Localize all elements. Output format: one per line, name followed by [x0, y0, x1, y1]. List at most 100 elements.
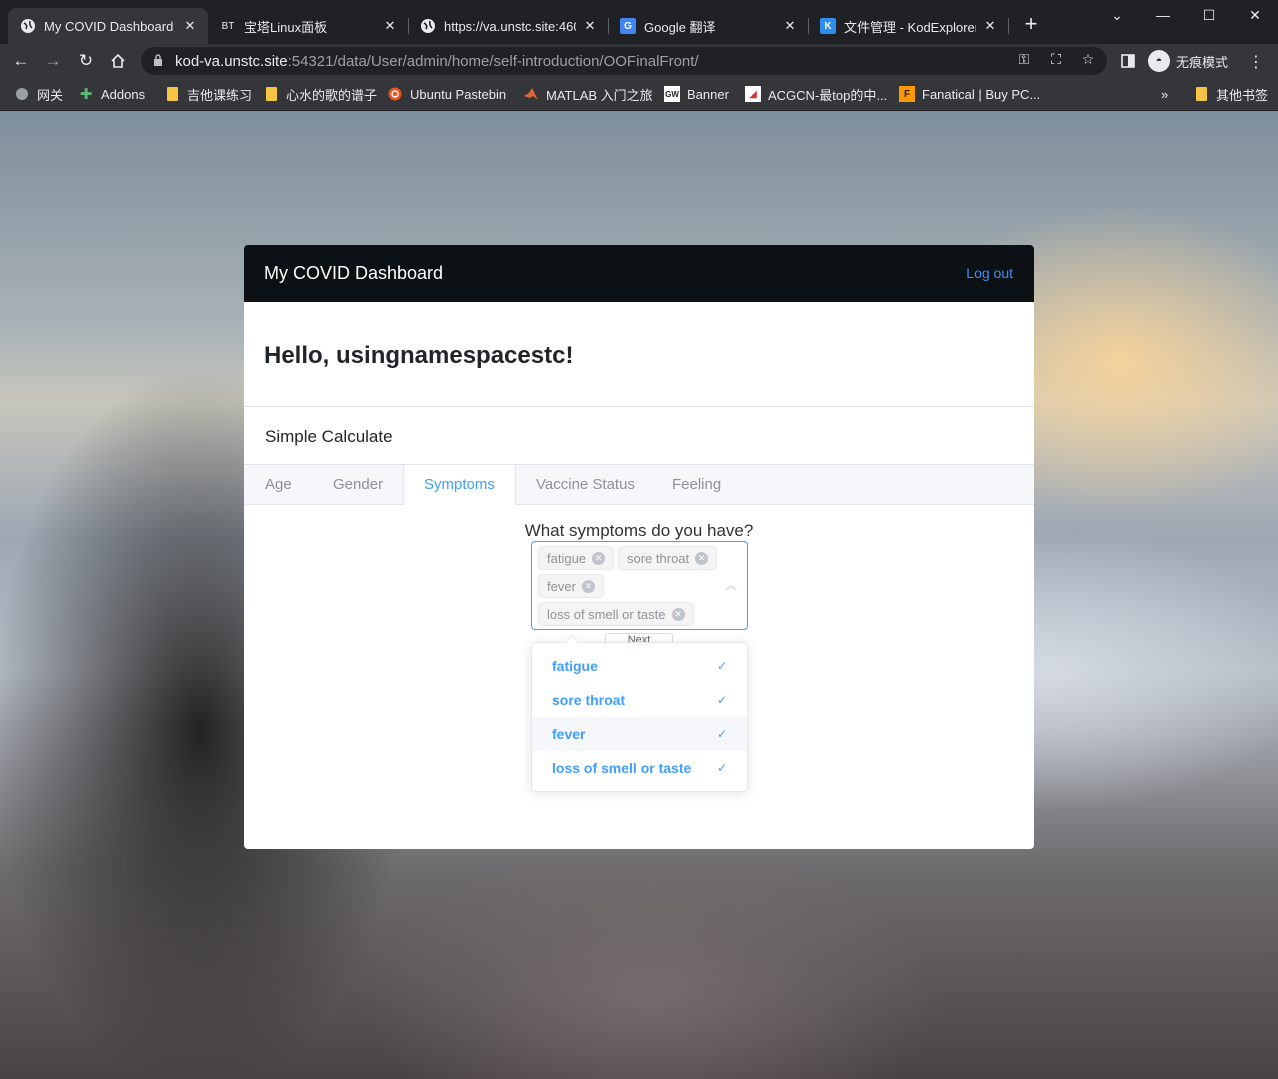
bookmark-item[interactable]: ✚ Addons — [78, 85, 145, 103]
check-icon: ✓ — [716, 727, 727, 741]
option-label: loss of smell or taste — [552, 760, 692, 776]
dropdown-arrow — [564, 634, 580, 650]
option-label: fatigue — [552, 658, 598, 674]
tag-label: fever — [547, 578, 576, 594]
globe-icon — [20, 18, 36, 34]
tab-title: Google 翻译 — [644, 19, 716, 35]
incognito-indicator[interactable]: ◓ 无痕模式 — [1148, 49, 1228, 73]
more-menu-icon[interactable]: ⋮ — [1248, 52, 1264, 72]
side-panel-icon[interactable] — [1115, 48, 1141, 74]
browser-tab[interactable]: https://va.unstc.site:460 ✕ — [408, 8, 608, 44]
browser-toolbar: ← → ↻ kod-va.unstc.site:54321/data/User/… — [0, 44, 1278, 78]
fanatical-icon: F — [899, 86, 915, 102]
home-icon[interactable] — [105, 48, 131, 74]
address-bar[interactable]: kod-va.unstc.site:54321/data/User/admin/… — [141, 47, 1107, 75]
minimize-icon[interactable]: — — [1140, 4, 1186, 26]
bookmark-label: MATLAB 入门之旅 — [546, 87, 653, 103]
close-icon[interactable]: ✕ — [582, 18, 598, 34]
check-icon: ✓ — [716, 761, 727, 775]
incognito-label: 无痕模式 — [1176, 54, 1229, 70]
url-path: :54321/data/User/admin/home/self-introdu… — [287, 52, 699, 70]
browser-tab[interactable]: G Google 翻译 ✕ — [608, 8, 808, 44]
tab-title: 文件管理 - KodExplorer — [844, 19, 976, 35]
reload-icon[interactable]: ↻ — [73, 48, 99, 74]
bookmark-folder[interactable]: 心水的歌的谱子 — [263, 85, 377, 103]
other-bookmarks-folder[interactable]: 其他书签 — [1193, 85, 1268, 103]
bt-icon: BT — [221, 20, 235, 32]
check-icon: ✓ — [716, 693, 727, 707]
tab-title: https://va.unstc.site:460 — [444, 18, 576, 34]
incognito-icon: ◓ — [1148, 50, 1170, 72]
symptoms-multiselect[interactable]: fatigue ✕ sore throat ✕ fever ✕ loss of sme… — [531, 541, 748, 630]
browser-tab[interactable]: BT 宝塔Linux面板 ✕ — [208, 8, 408, 44]
bookmark-item[interactable]: F Fanatical | Buy PC... — [899, 85, 1040, 103]
tab-symptoms[interactable]: Symptoms — [403, 465, 516, 506]
key-icon[interactable]: ⚿ — [1013, 51, 1035, 68]
tab-feeling[interactable]: Feeling — [652, 465, 741, 505]
back-arrow-icon[interactable]: ← — [8, 48, 34, 74]
section-title: Simple Calculate — [265, 427, 393, 446]
folder-icon — [164, 86, 180, 102]
new-tab-icon[interactable]: + — [1020, 13, 1042, 36]
bookmark-item[interactable]: ◢ ACGCN-最top的中... — [745, 85, 887, 103]
option-label: fever — [552, 726, 586, 742]
tab-search-chevron-icon[interactable]: ⌄ — [1094, 4, 1140, 26]
url-text: kod-va.unstc.site:54321/data/User/admin/… — [175, 53, 699, 70]
close-icon[interactable]: ✕ — [182, 18, 198, 34]
bookmark-folder[interactable]: 吉他课练习 — [164, 85, 252, 103]
dropdown-option[interactable]: loss of smell or taste ✓ — [532, 751, 747, 785]
navbar-brand[interactable]: My COVID Dashboard — [264, 263, 443, 284]
maximize-icon[interactable]: ☐ — [1186, 4, 1232, 26]
ubuntu-icon — [387, 86, 403, 102]
check-icon: ✓ — [716, 659, 727, 673]
folder-icon — [263, 86, 279, 102]
page-background: My COVID Dashboard Log out Hello, usingn… — [0, 111, 1278, 1079]
selected-tag: loss of smell or taste ✕ — [538, 602, 694, 626]
star-icon[interactable]: ☆ — [1077, 51, 1099, 68]
tag-close-icon[interactable]: ✕ — [592, 551, 606, 565]
greeting-heading: Hello, usingnamespacestc! — [264, 342, 574, 369]
bookmark-label: Banner — [687, 86, 729, 102]
close-icon[interactable]: ✕ — [982, 18, 998, 34]
folder-icon — [1193, 86, 1209, 102]
tag-close-icon[interactable]: ✕ — [695, 551, 709, 565]
dropdown-option[interactable]: sore throat ✓ — [532, 683, 747, 717]
tab-age[interactable]: Age — [245, 465, 312, 505]
url-host: kod-va.unstc.site — [175, 52, 288, 70]
gw-icon: GW — [664, 86, 680, 102]
tag-close-icon[interactable]: ✕ — [671, 607, 685, 621]
close-icon[interactable]: ✕ — [782, 18, 798, 34]
tag-close-icon[interactable]: ✕ — [581, 579, 595, 593]
globe-icon — [14, 86, 30, 102]
chevron-up-icon[interactable]: ︿ — [725, 576, 737, 593]
bookmark-item[interactable]: 网关 — [14, 85, 63, 103]
dashboard-card: My COVID Dashboard Log out Hello, usingn… — [244, 245, 1034, 849]
kodexplorer-icon: K — [820, 18, 836, 34]
bookmarks-overflow-icon[interactable]: » — [1161, 85, 1168, 103]
forward-arrow-icon[interactable]: → — [40, 48, 66, 74]
browser-tabstrip: My COVID Dashboard ✕ BT 宝塔Linux面板 ✕ http… — [0, 0, 1278, 44]
dropdown-option[interactable]: fever ✓ — [532, 717, 747, 751]
calculator-tabs: Age Gender Symptoms Vaccine Status Feeli… — [244, 464, 1034, 506]
dropdown-option[interactable]: fatigue ✓ — [532, 649, 747, 683]
tag-label: fatigue — [547, 550, 587, 566]
bookmark-item[interactable]: MATLAB 入门之旅 — [523, 85, 653, 103]
close-icon[interactable]: ✕ — [382, 18, 398, 34]
tab-gender[interactable]: Gender — [313, 465, 403, 505]
puzzle-icon: ✚ — [79, 86, 93, 103]
bookmark-label: 其他书签 — [1216, 87, 1269, 103]
selected-tag: sore throat ✕ — [618, 546, 718, 570]
bookmark-item[interactable]: Ubuntu Pastebin — [387, 85, 506, 103]
window-close-icon[interactable]: ✕ — [1232, 4, 1278, 26]
translate-icon[interactable]: ⛶ — [1045, 51, 1067, 68]
browser-tab-active[interactable]: My COVID Dashboard ✕ — [8, 8, 208, 44]
tab-vaccine-status[interactable]: Vaccine Status — [516, 465, 655, 505]
browser-tab[interactable]: K 文件管理 - KodExplorer ✕ — [808, 8, 1008, 44]
tab-title: My COVID Dashboard — [44, 18, 174, 34]
logout-link[interactable]: Log out — [966, 265, 1013, 281]
bookmark-label: Addons — [101, 86, 146, 102]
acgcn-icon: ◢ — [745, 86, 761, 102]
symptoms-question: What symptoms do you have? — [524, 521, 754, 540]
omnibox-actions: ⚿ ⛶ ☆ — [1013, 51, 1099, 68]
bookmark-item[interactable]: GW Banner — [664, 85, 729, 103]
